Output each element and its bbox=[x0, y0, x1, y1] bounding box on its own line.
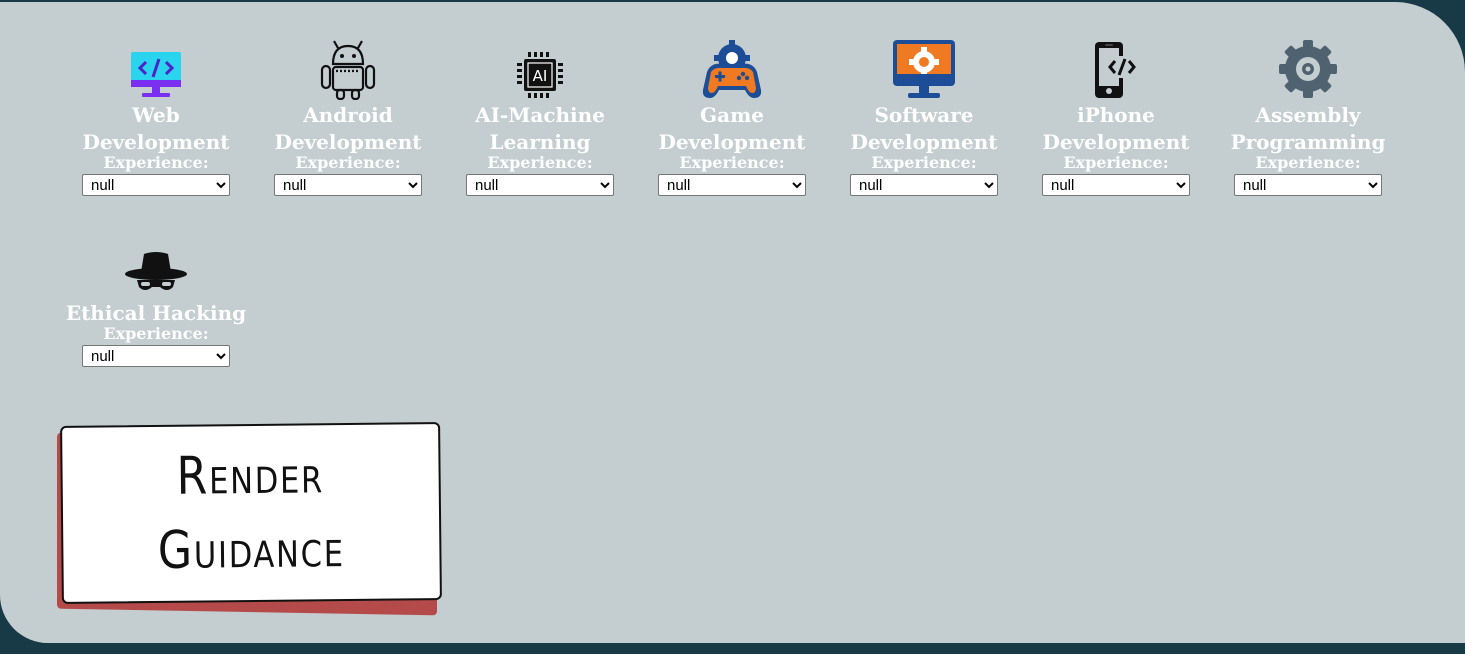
render-guidance-area: Render Guidance bbox=[55, 422, 447, 617]
experience-label: Experience: bbox=[1255, 153, 1361, 172]
experience-label: Experience: bbox=[103, 324, 209, 343]
skill-title: Android Development bbox=[274, 103, 422, 154]
skill-title: Assembly Programming bbox=[1230, 103, 1386, 154]
skill-title: AI-Machine Learning bbox=[475, 103, 605, 154]
skill-card-iphone-development: iPhone Development Experience: null bbox=[1020, 38, 1212, 196]
monitor-gear-icon bbox=[893, 40, 955, 98]
skill-card-game-development: Game Development Experience: null bbox=[636, 38, 828, 196]
monitor-code-icon bbox=[131, 52, 181, 97]
skill-card-software-development: Software Development Experience: null bbox=[828, 38, 1020, 196]
render-button-line2: Guidance bbox=[157, 519, 346, 581]
experience-select-assembly-programming[interactable]: null bbox=[1234, 174, 1382, 196]
skill-card-android-development: Android Development Experience: null bbox=[252, 38, 444, 196]
experience-select-web-development[interactable]: null bbox=[82, 174, 230, 196]
render-button-line1: Render bbox=[176, 445, 325, 507]
skill-card-assembly-programming: Assembly Programming Experience: null bbox=[1212, 38, 1404, 196]
experience-select-software-development[interactable]: null bbox=[850, 174, 998, 196]
experience-select-iphone-development[interactable]: null bbox=[1042, 174, 1190, 196]
svg-text:AI: AI bbox=[533, 67, 548, 85]
main-panel: Web Development Experience: null Android… bbox=[0, 2, 1465, 643]
skill-card-web-development: Web Development Experience: null bbox=[60, 38, 252, 196]
experience-label: Experience: bbox=[679, 153, 785, 172]
android-robot-icon bbox=[320, 40, 376, 100]
experience-label: Experience: bbox=[103, 153, 209, 172]
experience-label: Experience: bbox=[871, 153, 977, 172]
skill-title: Software Development bbox=[850, 103, 998, 154]
phone-code-icon bbox=[1095, 42, 1138, 98]
experience-select-android-development[interactable]: null bbox=[274, 174, 422, 196]
skill-title: Web Development bbox=[82, 103, 230, 154]
render-guidance-button[interactable]: Render Guidance bbox=[60, 422, 442, 604]
experience-select-ethical-hacking[interactable]: null bbox=[82, 345, 230, 367]
skill-card-ai-machine-learning: AI AI-Machine Learning Experience: null bbox=[444, 38, 636, 196]
experience-label: Experience: bbox=[487, 153, 593, 172]
experience-label: Experience: bbox=[295, 153, 401, 172]
gear-icon bbox=[1279, 40, 1337, 98]
skill-card-ethical-hacking: Ethical Hacking Experience: null bbox=[60, 242, 252, 367]
experience-label: Experience: bbox=[1063, 153, 1169, 172]
skill-title: Game Development bbox=[658, 103, 806, 154]
ai-chip-icon: AI bbox=[517, 52, 563, 98]
experience-select-game-development[interactable]: null bbox=[658, 174, 806, 196]
skill-title: iPhone Development bbox=[1042, 103, 1190, 154]
gamepad-gear-icon bbox=[702, 40, 762, 98]
experience-select-ai-machine-learning[interactable]: null bbox=[466, 174, 614, 196]
skill-title: Ethical Hacking bbox=[65, 301, 247, 325]
hacker-hat-icon bbox=[125, 252, 187, 290]
